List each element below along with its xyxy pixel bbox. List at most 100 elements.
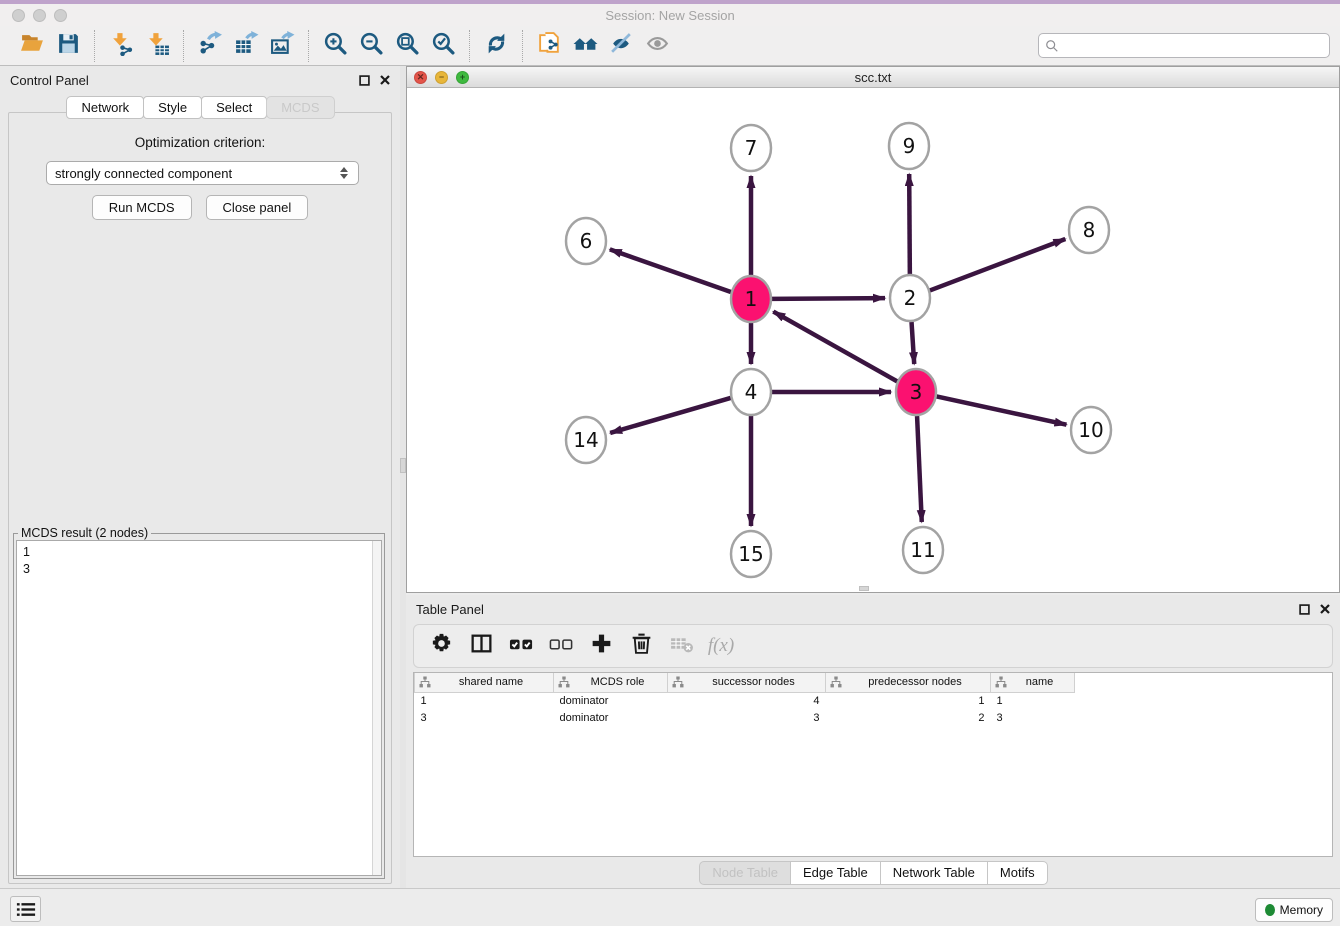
home-button[interactable] bbox=[569, 31, 601, 61]
column-header-shared-name[interactable]: shared name bbox=[415, 673, 554, 692]
export-network-button[interactable] bbox=[194, 31, 226, 61]
column-header-name[interactable]: name bbox=[991, 673, 1075, 692]
close-panel-icon[interactable] bbox=[380, 75, 390, 85]
run-mcds-button[interactable]: Run MCDS bbox=[92, 195, 192, 220]
table-row[interactable]: 1dominator411 bbox=[415, 692, 1075, 709]
import-table-button[interactable] bbox=[141, 31, 173, 61]
refresh-network-button[interactable] bbox=[480, 31, 512, 61]
graph-node-9[interactable]: 9 bbox=[889, 123, 929, 169]
tab-style[interactable]: Style bbox=[143, 96, 202, 119]
zoom-selected-icon bbox=[431, 31, 456, 61]
graph-node-8[interactable]: 8 bbox=[1069, 207, 1109, 253]
column-type-icon bbox=[672, 676, 684, 688]
zoom-out-button[interactable] bbox=[355, 31, 387, 61]
memory-button[interactable]: Memory bbox=[1255, 898, 1333, 922]
tab-node-table[interactable]: Node Table bbox=[699, 861, 791, 885]
tab-network-table[interactable]: Network Table bbox=[880, 861, 988, 885]
criterion-value: strongly connected component bbox=[55, 166, 232, 181]
export-table-button[interactable] bbox=[230, 31, 262, 61]
edge-2-3[interactable] bbox=[912, 322, 915, 364]
network-frame-title: scc.txt bbox=[407, 70, 1339, 85]
graph-node-4[interactable]: 4 bbox=[731, 369, 771, 415]
table-cell[interactable]: 3 bbox=[668, 709, 826, 726]
column-header-MCDS-role[interactable]: MCDS role bbox=[554, 673, 668, 692]
edge-3-11[interactable] bbox=[917, 416, 922, 522]
add-column-button[interactable] bbox=[584, 629, 618, 663]
edge-4-14[interactable] bbox=[610, 398, 730, 433]
mcds-result-group: MCDS result (2 nodes) 13 bbox=[13, 533, 385, 879]
deselect-all-button[interactable] bbox=[544, 629, 578, 663]
delete-column-button[interactable] bbox=[624, 629, 658, 663]
column-type-icon bbox=[558, 676, 570, 688]
network-frame-titlebar[interactable]: ✕ − + scc.txt bbox=[407, 67, 1339, 88]
search-input[interactable] bbox=[1059, 34, 1329, 57]
table-cell[interactable]: 3 bbox=[415, 709, 554, 726]
search-box[interactable] bbox=[1038, 33, 1330, 58]
tab-edge-table[interactable]: Edge Table bbox=[790, 861, 881, 885]
horizontal-splitter-handle[interactable] bbox=[859, 586, 869, 591]
table-cell[interactable]: 1 bbox=[991, 692, 1075, 709]
import-network-button[interactable] bbox=[105, 31, 137, 61]
graph-node-11[interactable]: 11 bbox=[903, 527, 943, 573]
zoom-in-icon bbox=[323, 31, 348, 61]
control-panel-header: Control Panel bbox=[0, 66, 400, 94]
edge-3-1[interactable] bbox=[773, 312, 897, 382]
close-table-panel-icon[interactable] bbox=[1320, 604, 1330, 614]
import-table-icon bbox=[145, 31, 170, 61]
zoom-fit-button[interactable] bbox=[391, 31, 423, 61]
criterion-dropdown[interactable]: strongly connected component bbox=[46, 161, 359, 185]
table-cell[interactable]: 1 bbox=[415, 692, 554, 709]
graph-node-15[interactable]: 15 bbox=[731, 531, 771, 577]
select-all-button[interactable] bbox=[504, 629, 538, 663]
graph-node-6[interactable]: 6 bbox=[566, 218, 606, 264]
graph-node-3[interactable]: 3 bbox=[896, 369, 936, 415]
zoom-in-button[interactable] bbox=[319, 31, 351, 61]
zoom-selected-button[interactable] bbox=[427, 31, 459, 61]
table-cell[interactable]: 4 bbox=[668, 692, 826, 709]
open-session-button[interactable] bbox=[16, 31, 48, 61]
mcds-result-area[interactable]: 13 bbox=[16, 540, 382, 876]
graph-node-1[interactable]: 1 bbox=[731, 276, 771, 322]
edge-1-2[interactable] bbox=[772, 298, 885, 299]
hide-details-button[interactable] bbox=[605, 31, 637, 61]
table-row[interactable]: 3dominator323 bbox=[415, 709, 1075, 726]
delete-column-icon bbox=[629, 631, 654, 661]
tab-motifs[interactable]: Motifs bbox=[987, 861, 1048, 885]
graph-node-2[interactable]: 2 bbox=[890, 275, 930, 321]
edge-3-10[interactable] bbox=[937, 396, 1067, 424]
export-image-button[interactable] bbox=[266, 31, 298, 61]
tab-select[interactable]: Select bbox=[201, 96, 267, 119]
open-session-icon bbox=[20, 31, 45, 61]
show-details-button[interactable] bbox=[641, 31, 673, 61]
tab-mcds[interactable]: MCDS bbox=[266, 96, 334, 119]
edge-1-6[interactable] bbox=[610, 249, 731, 292]
graph-node-14[interactable]: 14 bbox=[566, 417, 606, 463]
graph-node-10[interactable]: 10 bbox=[1071, 407, 1111, 453]
save-session-button[interactable] bbox=[52, 31, 84, 61]
close-panel-button[interactable]: Close panel bbox=[206, 195, 309, 220]
result-scrollbar[interactable] bbox=[372, 541, 381, 875]
node-label: 3 bbox=[910, 380, 923, 404]
column-header-successor-nodes[interactable]: successor nodes bbox=[668, 673, 826, 692]
graph-node-7[interactable]: 7 bbox=[731, 125, 771, 171]
node-label: 1 bbox=[745, 287, 758, 311]
delete-table-icon bbox=[669, 631, 694, 661]
column-header-predecessor-nodes[interactable]: predecessor nodes bbox=[826, 673, 991, 692]
table-cell[interactable]: dominator bbox=[554, 709, 668, 726]
toggle-panel-button[interactable] bbox=[464, 629, 498, 663]
tab-network[interactable]: Network bbox=[66, 96, 144, 119]
table-cell[interactable]: dominator bbox=[554, 692, 668, 709]
table-cell[interactable]: 2 bbox=[826, 709, 991, 726]
node-table[interactable]: shared nameMCDS rolesuccessor nodesprede… bbox=[414, 673, 1075, 726]
edge-2-9[interactable] bbox=[909, 174, 910, 274]
show-log-button[interactable] bbox=[10, 896, 41, 922]
edge-2-8[interactable] bbox=[930, 239, 1065, 290]
table-options-gear-button[interactable] bbox=[424, 629, 458, 663]
network-canvas[interactable]: 7 9 6 8 1 2 4 3 14 10 15 11 bbox=[407, 89, 1339, 592]
table-cell[interactable]: 1 bbox=[826, 692, 991, 709]
table-cell[interactable]: 3 bbox=[991, 709, 1075, 726]
network-file-button[interactable] bbox=[533, 31, 565, 61]
network-graph[interactable]: 7 9 6 8 1 2 4 3 14 10 15 11 bbox=[407, 89, 1339, 592]
float-panel-icon[interactable] bbox=[359, 75, 370, 86]
float-table-panel-icon[interactable] bbox=[1299, 604, 1310, 615]
